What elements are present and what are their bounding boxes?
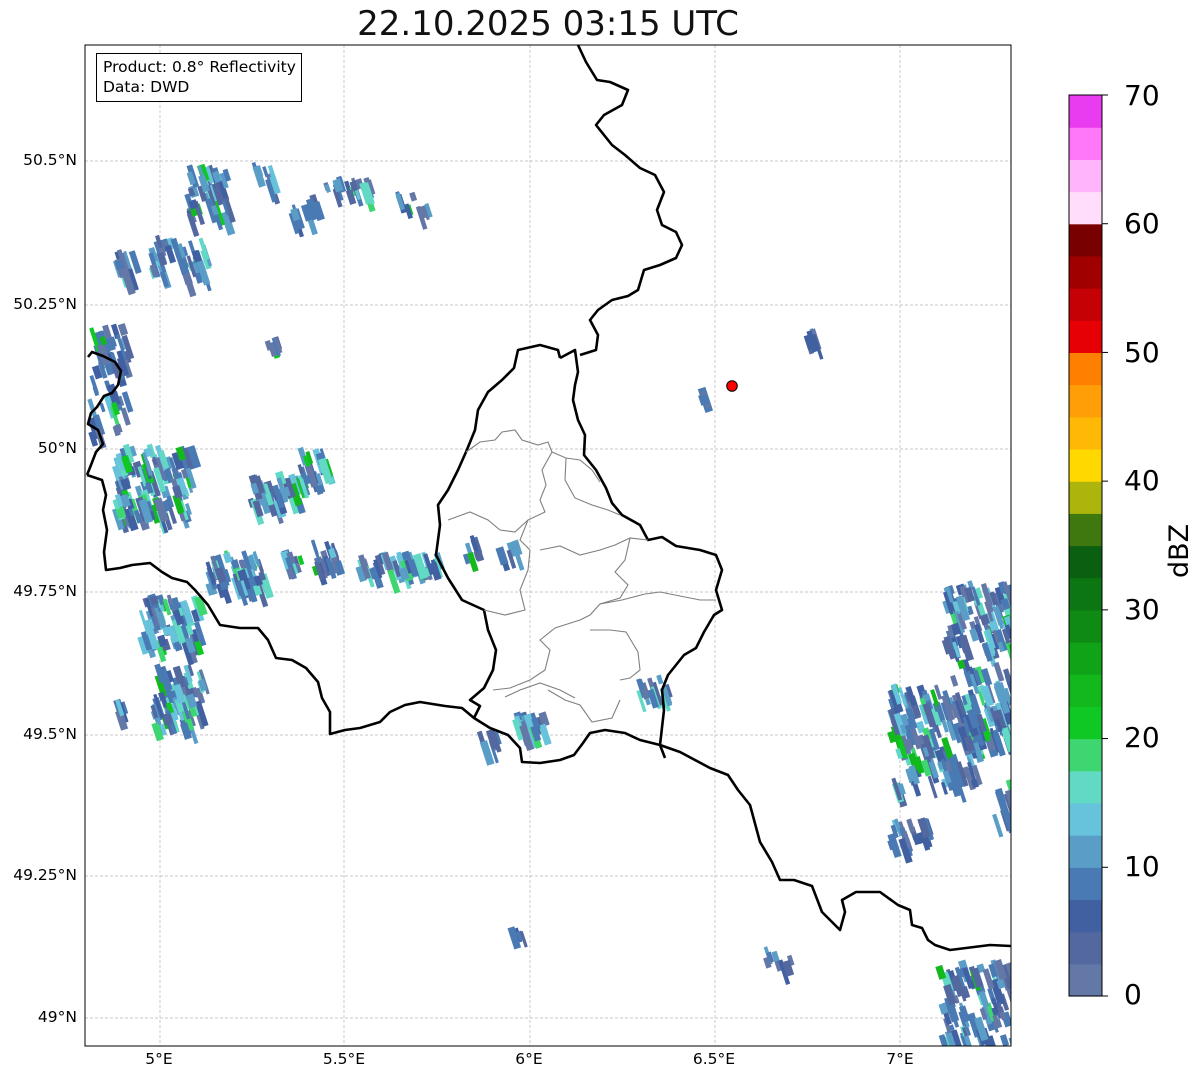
colorbar-step	[1069, 577, 1102, 611]
echo-cell	[1014, 975, 1026, 999]
colorbar-step	[1069, 642, 1102, 675]
colorbar-step	[1069, 255, 1102, 289]
colorbar-step	[1069, 674, 1102, 707]
lon-tick-label: 5°E	[145, 1050, 173, 1068]
echo-cell	[1010, 971, 1011, 994]
lon-tick-label: 6.5°E	[692, 1050, 736, 1068]
colorbar-step	[1069, 448, 1102, 482]
colorbar-step	[1069, 770, 1102, 804]
colorbar-step	[1069, 706, 1102, 740]
colorbar-step	[1069, 835, 1102, 868]
colorbar-step	[1069, 899, 1102, 933]
lon-tick-label: 7°E	[886, 1050, 914, 1068]
colorbar-step	[1069, 288, 1102, 321]
lon-tick-label: 5.5°E	[322, 1050, 366, 1068]
radar-site-marker	[726, 380, 738, 392]
colorbar-step	[1069, 127, 1102, 160]
colorbar-step	[1069, 545, 1102, 579]
colorbar-step	[1069, 352, 1102, 386]
colorbar-tick-label: 30	[1124, 593, 1160, 626]
lat-tick-label: 49.5°N	[23, 725, 77, 743]
product-info-box: Product: 0.8° Reflectivity Data: DWD	[96, 53, 302, 102]
lat-tick-label: 50°N	[37, 439, 77, 457]
colorbar-step	[1069, 931, 1102, 965]
radar-map	[84, 44, 1108, 1047]
colorbar-tick-label: 20	[1124, 721, 1160, 754]
lat-tick-label: 49.25°N	[13, 866, 77, 884]
echo-cell	[1014, 1028, 1023, 1045]
lon-tick-label: 6°E	[515, 1050, 543, 1068]
lat-tick-label: 50.25°N	[13, 295, 77, 313]
echo-cell	[1009, 638, 1011, 664]
colorbar-step	[1069, 609, 1102, 643]
colorbar-step	[1069, 191, 1102, 225]
colorbar-step	[1069, 513, 1102, 547]
colorbar-step	[1069, 95, 1102, 128]
colorbar-step	[1069, 384, 1102, 418]
product-label: Product: 0.8° Reflectivity	[103, 58, 296, 76]
colorbar-step	[1069, 159, 1102, 193]
colorbar-unit-label: dBZ	[1164, 523, 1195, 578]
colorbar-step	[1069, 802, 1102, 836]
lat-tick-label: 49.75°N	[13, 582, 77, 600]
colorbar-step	[1069, 320, 1102, 354]
colorbar	[1068, 94, 1108, 997]
colorbar-tick-label: 50	[1124, 336, 1160, 369]
colorbar-step	[1069, 481, 1102, 514]
colorbar-tick-label: 70	[1124, 79, 1160, 112]
colorbar-step	[1069, 963, 1102, 997]
colorbar-step	[1069, 223, 1102, 257]
echo-cell	[1013, 978, 1025, 1002]
colorbar-step	[1069, 738, 1102, 772]
colorbar-tick-label: 0	[1124, 978, 1142, 1011]
echo-cell	[1011, 1024, 1021, 1041]
data-source-label: Data: DWD	[103, 78, 190, 96]
colorbar-tick-label: 60	[1124, 207, 1160, 240]
echo-cell	[1015, 995, 1027, 1021]
lat-tick-label: 50.5°N	[23, 151, 77, 169]
echo-cell	[1011, 1018, 1022, 1042]
colorbar-step	[1069, 867, 1102, 901]
colorbar-step	[1069, 416, 1102, 450]
echo-cell	[1011, 985, 1022, 1005]
colorbar-tick-label: 10	[1124, 850, 1160, 883]
colorbar-tick-label: 40	[1124, 464, 1160, 497]
lat-tick-label: 49°N	[37, 1008, 77, 1026]
